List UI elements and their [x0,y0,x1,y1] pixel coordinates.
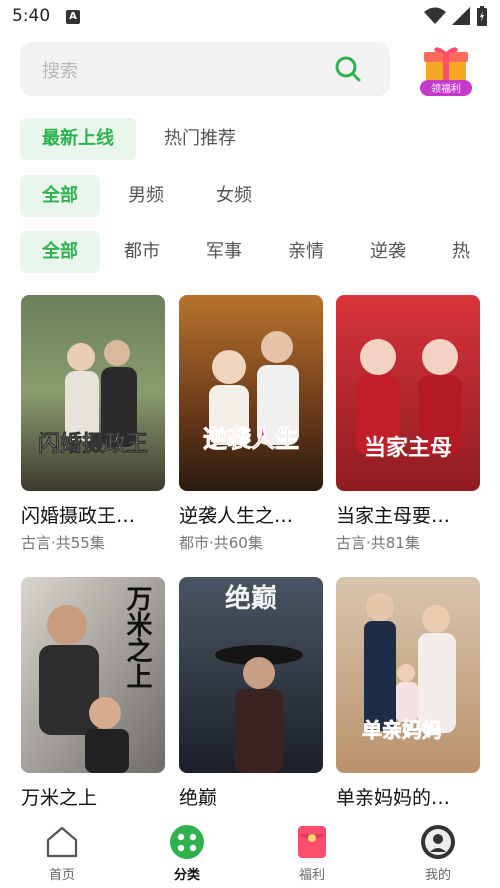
poster-title-text: 当家主母 [364,435,452,461]
status-bar: 5:40 A [0,0,500,34]
poster-title-text: 绝巅 [225,583,277,614]
poster-title-text: 万米之上 [122,585,152,689]
filter-urban[interactable]: 都市 [102,231,182,273]
drama-card[interactable]: 单亲妈妈 单亲妈妈的… [336,577,480,810]
filter-female[interactable]: 女频 [192,175,276,217]
drama-card[interactable]: 绝巅 绝巅 [179,577,323,810]
filter-row-genre: 全部 都市 军事 亲情 逆袭 热 [20,231,500,273]
nav-home-label: 首页 [48,868,75,883]
filter-all-channel[interactable]: 全部 [20,175,100,217]
signal-icon [452,7,470,25]
wifi-icon [424,7,446,24]
drama-meta: 古言·共55集 [21,534,105,552]
category-icon [170,825,204,859]
drama-poster[interactable]: 当家主母 [336,295,480,491]
gift-box-icon: 领福利 [420,47,472,96]
filter-all-genre[interactable]: 全部 [20,231,100,273]
poster-title-text: 闪婚摄政王 [38,431,148,457]
filter-family[interactable]: 亲情 [266,231,346,273]
drama-meta: 都市·共60集 [179,534,263,552]
drama-title: 绝巅 [179,787,218,809]
drama-poster[interactable]: 单亲妈妈 [336,577,480,773]
status-icons [424,6,488,26]
gift-envelope-icon [298,826,326,858]
drama-card[interactable]: 逆袭人生 逆袭人生之… 都市·共60集 [179,295,323,553]
drama-title: 单亲妈妈的… [336,787,451,809]
filter-male[interactable]: 男频 [104,175,188,217]
poster-title-text: 逆袭人生 [203,424,299,453]
drama-title: 闪婚摄政王… [21,505,136,527]
drama-poster[interactable]: 逆袭人生 [179,295,323,491]
drama-title: 逆袭人生之… [179,505,294,527]
drama-title: 万米之上 [21,787,98,809]
status-time: 5:40 [12,6,51,26]
drama-card[interactable]: 闪婚摄政王 闪婚摄政王… 古言·共55集 [21,295,165,553]
tab-latest[interactable]: 最新上线 [20,118,136,160]
filter-military[interactable]: 军事 [184,231,264,273]
notification-icon: A [66,10,80,24]
search-placeholder: 搜索 [42,61,78,82]
nav-category-label: 分类 [173,868,200,883]
battery-icon [477,6,487,26]
filter-hot[interactable]: 热 [430,231,492,273]
drama-card[interactable]: 当家主母 当家主母要… 古言·共81集 [336,295,480,553]
drama-poster[interactable]: 绝巅 [179,577,323,773]
filter-row-channel: 全部 男频 女频 [20,175,500,217]
tab-row-sort: 最新上线 热门推荐 [20,118,500,160]
bottom-nav: 首页 分类 福利 我的 [0,820,500,888]
gift-label: 领福利 [431,82,461,95]
nav-profile-label: 我的 [424,868,451,883]
poster-title-text: 单亲妈妈 [362,718,442,742]
drama-card[interactable]: 万米之上 万米之上 [21,577,165,810]
home-icon [46,826,78,858]
drama-poster[interactable]: 万米之上 [21,577,165,773]
drama-poster[interactable]: 闪婚摄政王 [21,295,165,491]
search-icon[interactable] [334,55,362,83]
tab-popular[interactable]: 热门推荐 [142,118,258,160]
gift-welfare-button[interactable]: 领福利 [418,44,474,100]
nav-welfare-label: 福利 [298,868,325,883]
drama-meta: 古言·共81集 [336,534,420,552]
search-input[interactable]: 搜索 [20,42,390,96]
profile-icon [421,825,455,859]
drama-title: 当家主母要… [336,505,451,527]
nav-category[interactable]: 分类 [147,824,227,883]
filter-comeback[interactable]: 逆袭 [348,231,428,273]
nav-profile[interactable]: 我的 [398,824,478,883]
nav-welfare[interactable]: 福利 [272,824,352,883]
nav-home[interactable]: 首页 [22,824,102,883]
